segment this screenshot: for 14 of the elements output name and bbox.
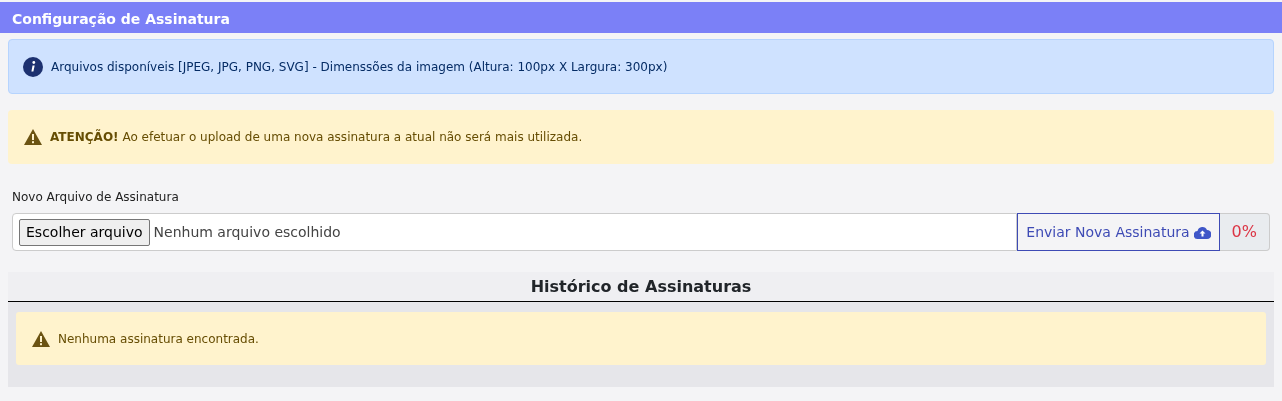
history-title: Histórico de Assinaturas <box>8 272 1274 302</box>
info-icon <box>23 56 43 77</box>
warning-icon <box>24 129 42 145</box>
field-label: Novo Arquivo de Assinatura <box>12 189 180 206</box>
warning-icon <box>32 330 50 347</box>
info-text: Arquivos disponíveis [JPEG, JPG, PNG, SVG] - Dimenssões da imagem (Altura: 100px X Largura: 300px) <box>51 58 668 76</box>
send-signature-button[interactable]: Enviar Nova Assinatura <box>1017 213 1220 251</box>
choose-file-button[interactable]: Escolher arquivo <box>19 218 150 246</box>
page-title: Configuração de Assinatura <box>12 11 230 27</box>
cloud-upload-icon <box>1193 225 1211 239</box>
warning-text: ATENÇÃO! Ao efetuar o upload de uma nova assinatura a atual não será mais utilizada. <box>50 128 583 146</box>
file-status-text: Nenhum arquivo escolhido <box>153 222 341 242</box>
empty-text: Nenhuma assinatura encontrada. <box>58 330 259 348</box>
file-input-field[interactable]: Escolher arquivo Nenhum arquivo escolhido <box>12 213 1018 251</box>
